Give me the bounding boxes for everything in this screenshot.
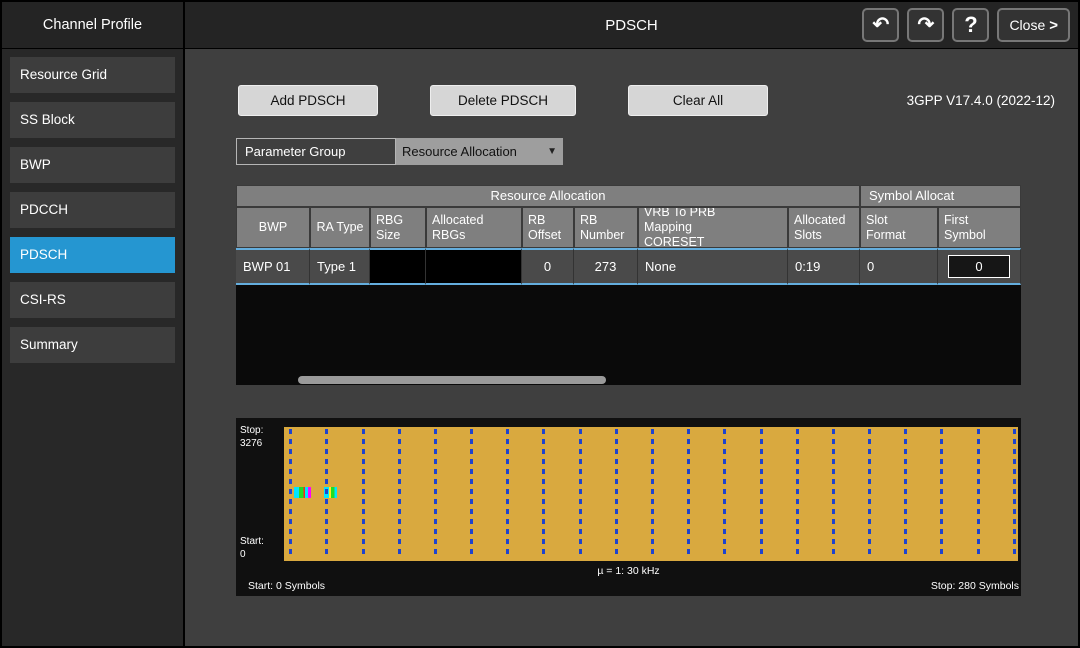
parameter-group-select[interactable]: Resource Allocation ▼ [396,138,563,165]
numerology-label: µ = 1: 30 kHz [236,565,1021,577]
slot-boundary-line [289,429,292,559]
horizontal-scrollbar[interactable] [236,375,1021,385]
allocation-plot [284,427,1018,561]
chevron-right-icon: > [1049,17,1058,34]
y-axis-start-label: Start: 0 [240,536,264,561]
parameter-group-value: Resource Allocation [402,144,517,159]
redo-button[interactable]: ↷ [907,8,944,42]
undo-icon: ↶ [873,14,890,36]
main-panel: PDSCH ↶ ↷ ? Close > Add PDSCH Delete PDS… [185,2,1078,646]
slot-boundary-line [651,429,654,559]
x-axis-start-label: Start: 0 Symbols [248,580,325,592]
slot-boundary-line [977,429,980,559]
first-symbol-input[interactable]: 0 [948,255,1010,278]
help-button[interactable]: ? [952,8,989,42]
cell-rb-offset[interactable]: 0 [522,248,574,285]
sidebar-item-bwp[interactable]: BWP [10,147,175,183]
column-header-rb-offset: RB Offset [522,207,574,248]
pdsch-toolbar: Add PDSCH Delete PDSCH Clear All [238,85,768,116]
cell-allocated-rbgs [426,248,522,285]
content-area: Add PDSCH Delete PDSCH Clear All 3GPP V1… [185,49,1078,646]
cell-ra-type[interactable]: Type 1 [310,248,370,285]
dropdown-arrow-icon: ▼ [547,146,557,157]
table-empty-area [236,285,1021,385]
cell-vrb-to-prb[interactable]: None [638,248,788,285]
sidebar-item-resource-grid[interactable]: Resource Grid [10,57,175,93]
slot-boundary-line [579,429,582,559]
cell-rb-number[interactable]: 273 [574,248,638,285]
column-header-first-symbol: First Symbol [938,207,1021,248]
column-header-slot-format: Slot Format [860,207,938,248]
sidebar-item-pdcch[interactable]: PDCCH [10,192,175,228]
y-axis-stop-label: Stop: 3276 [240,425,263,450]
sidebar-item-pdsch[interactable]: PDSCH [10,237,175,273]
parameter-group-row: Parameter Group Resource Allocation ▼ [236,138,563,165]
x-axis-stop-label: Stop: 280 Symbols [931,580,1019,592]
app-window: Channel Profile Resource Grid SS Block B… [2,2,1078,646]
topbar: PDSCH ↶ ↷ ? Close > [185,2,1078,49]
column-header-vrb-to-prb: VRB To PRB Mapping CORESET [638,207,788,248]
slot-boundary-line [723,429,726,559]
delete-pdsch-button[interactable]: Delete PDSCH [430,85,576,116]
sidebar: Channel Profile Resource Grid SS Block B… [2,2,185,646]
slot-boundary-line [796,429,799,559]
column-header-ra-type: RA Type [310,207,370,248]
allocation-marker-1 [294,487,311,498]
slot-boundary-line [470,429,473,559]
sidebar-items: Resource Grid SS Block BWP PDCCH PDSCH C… [2,49,183,371]
column-header-allocated-rbgs: Allocated RBGs [426,207,522,248]
slot-boundary-line [434,429,437,559]
slot-boundary-line [398,429,401,559]
column-header-rb-number: RB Number [574,207,638,248]
sidebar-title: Channel Profile [2,2,183,49]
close-button[interactable]: Close > [997,8,1070,42]
slot-boundary-line [615,429,618,559]
cell-slot-format[interactable]: 0 [860,248,938,285]
group-header-resource-allocation: Resource Allocation [236,185,860,207]
topbar-actions: ↶ ↷ ? Close > [862,8,1078,42]
column-header-bwp: BWP [236,207,310,248]
slot-boundary-line [687,429,690,559]
close-label: Close [1009,17,1045,33]
group-header-symbol-allocation: Symbol Allocat [860,185,1021,207]
cell-first-symbol: 0 [938,248,1021,285]
slot-boundary-line [325,429,328,559]
slot-boundary-line [832,429,835,559]
slot-boundary-line [904,429,907,559]
undo-button[interactable]: ↶ [862,8,899,42]
allocation-chart: Stop: 3276 Start: 0 µ = 1: 30 kHz Start:… [236,418,1021,596]
sidebar-item-ss-block[interactable]: SS Block [10,102,175,138]
column-header-allocated-slots: Allocated Slots [788,207,860,248]
redo-icon: ↷ [918,14,935,36]
version-label: 3GPP V17.4.0 (2022-12) [907,93,1055,108]
help-icon: ? [964,12,977,37]
parameter-group-label: Parameter Group [236,138,396,165]
slot-boundary-line [940,429,943,559]
slot-boundary-line [506,429,509,559]
slot-boundary-line [542,429,545,559]
cell-bwp[interactable]: BWP 01 [236,248,310,285]
column-header-rbg-size: RBG Size [370,207,426,248]
slot-boundary-line [362,429,365,559]
scrollbar-thumb[interactable] [298,376,606,384]
cell-rbg-size [370,248,426,285]
sidebar-item-summary[interactable]: Summary [10,327,175,363]
sidebar-item-csi-rs[interactable]: CSI-RS [10,282,175,318]
pdsch-table: Resource Allocation Symbol Allocat BWP R… [236,185,1021,385]
slot-boundary-line [1013,429,1016,559]
cell-allocated-slots[interactable]: 0:19 [788,248,860,285]
clear-all-button[interactable]: Clear All [628,85,768,116]
slot-boundary-line [868,429,871,559]
add-pdsch-button[interactable]: Add PDSCH [238,85,378,116]
slot-boundary-line [760,429,763,559]
